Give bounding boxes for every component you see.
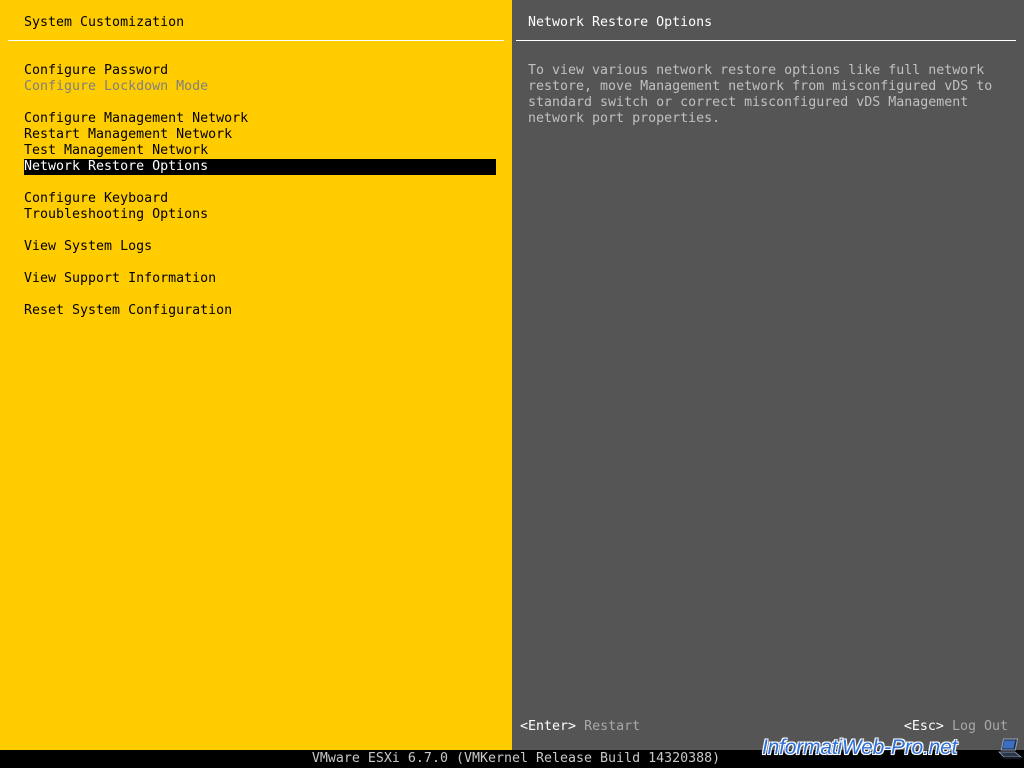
enter-key-label: <Enter> xyxy=(520,719,577,734)
esc-key-label: <Esc> xyxy=(903,719,944,734)
esc-action-label: Log Out xyxy=(951,719,1008,734)
menu-item-configure-keyboard[interactable]: Configure Keyboard xyxy=(24,191,496,207)
menu-item-troubleshooting-options[interactable]: Troubleshooting Options xyxy=(24,207,496,223)
menu-item-configure-password[interactable]: Configure Password xyxy=(24,63,496,79)
menu-item-view-system-logs[interactable]: View System Logs xyxy=(24,239,496,255)
description-line: network port properties. xyxy=(528,111,721,126)
left-panel: System Customization Configure Password … xyxy=(0,0,512,750)
description-line: To view various network restore options … xyxy=(528,63,985,78)
watermark-text: InformatiWeb-Pro.net xyxy=(762,736,958,759)
panel-title: System Customization xyxy=(24,15,185,30)
menu-item-network-restore-options[interactable]: Network Restore Options xyxy=(24,159,496,175)
menu-item-view-support-information[interactable]: View Support Information xyxy=(24,271,496,287)
esc-log-out-hint[interactable]: <Esc> Log Out xyxy=(904,719,1008,735)
description-line: standard switch or correct misconfigured… xyxy=(528,95,969,110)
version-text: VMware ESXi 6.7.0 (VMKernel Release Buil… xyxy=(311,751,721,766)
watermark: InformatiWeb-Pro.net xyxy=(762,735,1022,763)
menu-item-reset-system-configuration[interactable]: Reset System Configuration xyxy=(24,303,496,319)
right-panel: Network Restore Options To view various … xyxy=(512,0,1024,750)
menu-item-configure-lockdown-mode[interactable]: Configure Lockdown Mode xyxy=(24,79,496,95)
system-customization-menu: Configure Password Configure Lockdown Mo… xyxy=(24,63,496,319)
laptop-icon xyxy=(998,738,1022,759)
menu-item-test-management-network[interactable]: Test Management Network xyxy=(24,143,496,159)
enter-action-label: Restart xyxy=(584,719,641,734)
menu-item-restart-management-network[interactable]: Restart Management Network xyxy=(24,127,496,143)
description-line: restore, move Management network from mi… xyxy=(528,79,993,94)
header-divider xyxy=(8,40,504,41)
detail-title: Network Restore Options xyxy=(528,15,713,30)
header-divider xyxy=(516,40,1016,41)
enter-restart-hint[interactable]: <Enter> Restart xyxy=(520,719,640,735)
menu-item-configure-management-network[interactable]: Configure Management Network xyxy=(24,111,496,127)
detail-description: To view various network restore options … xyxy=(528,63,1016,127)
